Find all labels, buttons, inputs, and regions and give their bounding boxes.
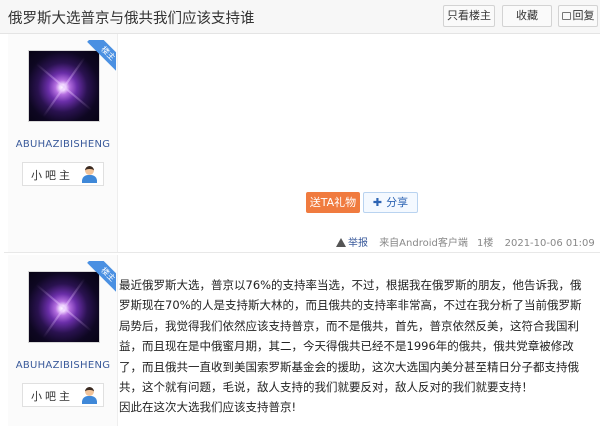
person-icon-body (82, 175, 97, 183)
warning-icon (336, 238, 346, 247)
post-floor-2: 楼主 ABUHAZIBISHENG 小吧主 最近俄罗斯大选，普京以76%的支持率… (4, 255, 600, 426)
username[interactable]: ABUHAZIBISHENG (10, 360, 116, 371)
floor-number: 1楼 (477, 238, 494, 249)
plus-icon: ✚ (372, 196, 383, 209)
op-badge-label: 楼主 (87, 40, 116, 75)
person-icon-head (85, 387, 94, 396)
person-icon (81, 166, 97, 183)
thread-header: 俄罗斯大选普京与俄共我们应该支持谁 只看楼主 收藏 回复 (0, 0, 600, 34)
client-source: 来自Android客户端 (379, 238, 468, 249)
post-conclusion: 因此在这次大选我们应该支持普京! (119, 400, 297, 415)
person-icon-head (85, 166, 94, 175)
role-label: 小吧主 (31, 169, 73, 182)
post-timestamp: 2021-10-06 01:09 (504, 238, 595, 249)
username[interactable]: ABUHAZIBISHENG (10, 139, 116, 150)
share-label: 分享 (386, 196, 409, 209)
post-floor-1: 楼主 ABUHAZIBISHENG 小吧主 送TA礼物 ✚ 分享 举报 来自And… (4, 34, 600, 253)
post-paragraph: 最近俄罗斯大选，普京以76%的支持率当选，不过，根据我在俄罗斯的朋友，他告诉我，… (119, 278, 582, 395)
person-icon-body (82, 396, 97, 404)
gift-button[interactable]: 送TA礼物 (306, 192, 360, 213)
reply-icon (561, 12, 571, 20)
person-icon (81, 387, 97, 404)
role-badge: 小吧主 (22, 162, 104, 186)
favorite-button[interactable]: 收藏 (502, 5, 552, 27)
post-meta: 举报 来自Android客户端 1楼 2021-10-06 01:09 回复 (336, 234, 600, 249)
role-label: 小吧主 (31, 390, 73, 403)
report-label: 举报 (348, 238, 368, 249)
post-content: 最近俄罗斯大选，普京以76%的支持率当选，不过，根据我在俄罗斯的朋友，他告诉我，… (119, 275, 589, 418)
only-op-button[interactable]: 只看楼主 (443, 5, 495, 27)
author-sidebar: 楼主 ABUHAZIBISHENG 小吧主 (8, 34, 118, 252)
reply-button-label: 回复 (572, 9, 595, 22)
op-badge-label: 楼主 (87, 261, 116, 296)
op-badge: 楼主 (80, 261, 116, 297)
reply-button[interactable]: 回复 (558, 5, 598, 27)
author-sidebar: 楼主 ABUHAZIBISHENG 小吧主 (8, 255, 118, 426)
report-link[interactable]: 举报 (336, 238, 368, 249)
op-badge: 楼主 (80, 40, 116, 76)
share-button[interactable]: ✚ 分享 (363, 192, 418, 213)
thread-title: 俄罗斯大选普京与俄共我们应该支持谁 (8, 11, 255, 27)
role-badge: 小吧主 (22, 383, 104, 407)
